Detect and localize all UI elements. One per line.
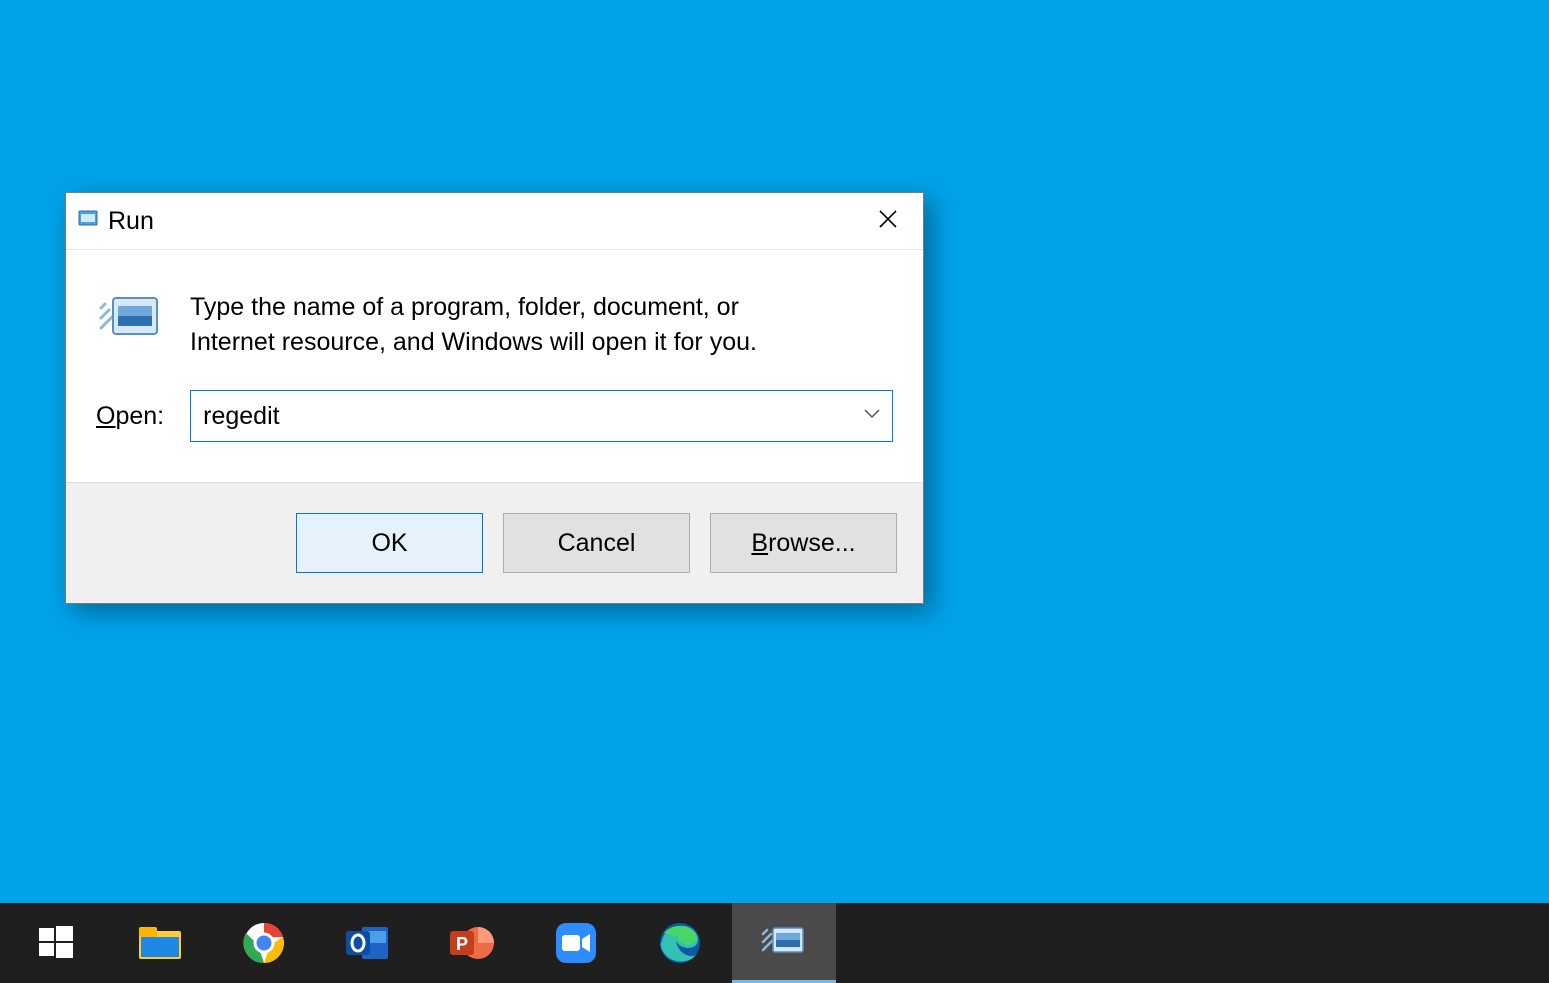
dialog-footer: OK Cancel Browse... — [66, 482, 923, 603]
desktop[interactable]: Run Type the name of a prog — [0, 0, 1549, 983]
run-dialog: Run Type the name of a prog — [65, 192, 924, 604]
svg-text:P: P — [456, 934, 468, 954]
windows-icon — [36, 923, 76, 963]
taskbar-zoom[interactable] — [524, 903, 628, 983]
start-button[interactable] — [4, 903, 108, 983]
powerpoint-icon: P — [448, 921, 496, 965]
taskbar-outlook[interactable] — [316, 903, 420, 983]
dialog-description: Type the name of a program, folder, docu… — [190, 290, 830, 360]
open-label: Open: — [96, 402, 164, 431]
close-button[interactable] — [853, 193, 923, 249]
taskbar-edge[interactable] — [628, 903, 732, 983]
close-icon — [877, 206, 899, 237]
outlook-icon — [344, 921, 392, 965]
taskbar-powerpoint[interactable]: P — [420, 903, 524, 983]
zoom-icon — [554, 921, 598, 965]
cancel-button[interactable]: Cancel — [503, 513, 690, 573]
taskbar-file-explorer[interactable] — [108, 903, 212, 983]
run-large-icon — [96, 290, 166, 360]
titlebar[interactable]: Run — [66, 193, 923, 250]
file-explorer-icon — [137, 923, 183, 963]
taskbar-run[interactable] — [732, 903, 836, 983]
dialog-title: Run — [108, 207, 154, 236]
chrome-icon — [242, 921, 286, 965]
dialog-body: Type the name of a program, folder, docu… — [66, 250, 923, 390]
open-row: Open: — [66, 390, 923, 482]
run-icon — [76, 208, 100, 235]
taskbar: P — [0, 903, 1549, 983]
browse-button[interactable]: Browse... — [710, 513, 897, 573]
taskbar-chrome[interactable] — [212, 903, 316, 983]
open-input[interactable] — [190, 390, 893, 442]
edge-icon — [658, 921, 702, 965]
ok-button[interactable]: OK — [296, 513, 483, 573]
run-taskbar-icon — [761, 922, 807, 962]
open-combobox[interactable] — [190, 390, 893, 442]
